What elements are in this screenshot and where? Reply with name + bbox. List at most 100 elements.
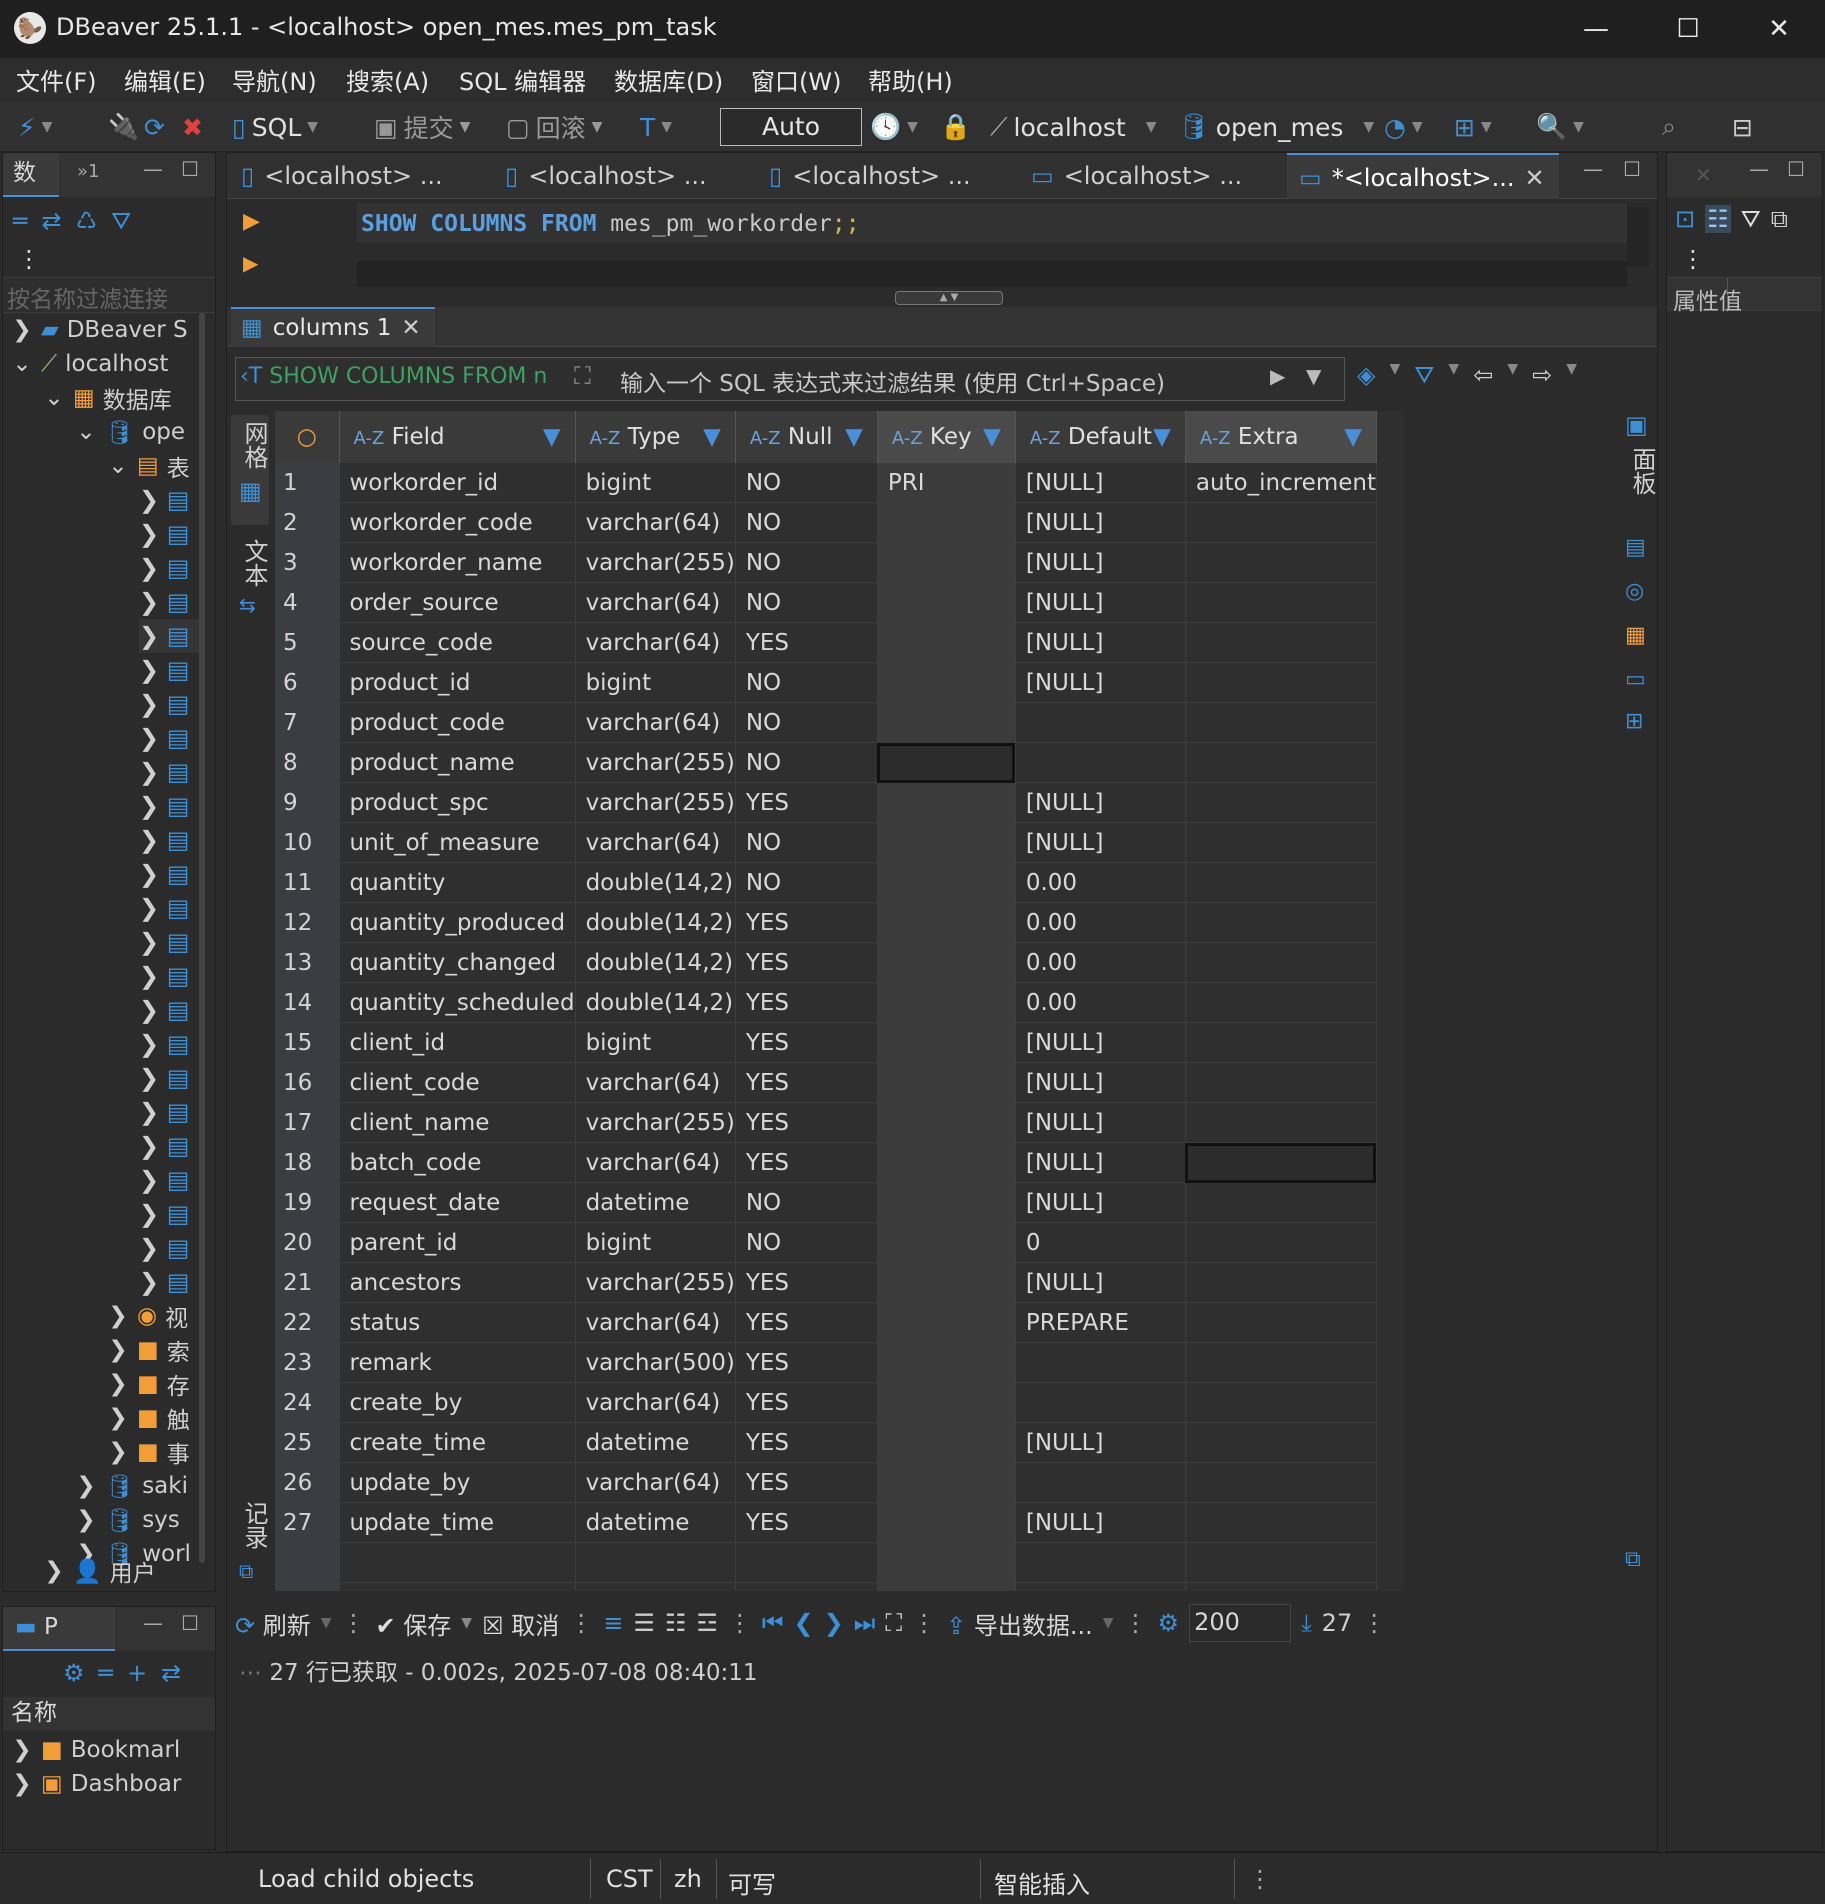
table-cell[interactable]: varchar(64): [575, 1382, 736, 1423]
table-cell[interactable]: [NULL]: [1015, 1262, 1186, 1303]
table-cell[interactable]: varchar(255): [575, 782, 736, 823]
table-cell[interactable]: [1015, 702, 1186, 743]
table-cell[interactable]: [877, 622, 1016, 663]
table-cell[interactable]: auto_increment: [1185, 463, 1377, 503]
list-item[interactable]: ❯ ▤: [139, 925, 199, 959]
execute-script-icon[interactable]: ▶: [243, 251, 258, 275]
list-item[interactable]: ❯ ▤: [139, 517, 199, 551]
table-cell[interactable]: YES: [735, 1022, 878, 1063]
table-cell[interactable]: YES: [735, 1302, 878, 1343]
connect-icon[interactable]: 🔌: [108, 112, 139, 142]
table-cell[interactable]: [1015, 1462, 1186, 1503]
table-row[interactable]: 15 client_id bigint YES [NULL]: [275, 1022, 1377, 1063]
table-cell[interactable]: [1185, 1102, 1377, 1143]
collapse-all-icon[interactable]: ═: [99, 1659, 113, 1687]
column-menu-icon[interactable]: ▼: [543, 424, 561, 450]
chevron-down-icon[interactable]: ▼: [1566, 361, 1577, 389]
table-cell[interactable]: [877, 822, 1016, 863]
panels-toggle[interactable]: 面板: [1625, 447, 1660, 495]
maximize-panel-icon[interactable]: ☐: [1787, 157, 1805, 181]
table-cell[interactable]: NO: [735, 1182, 878, 1223]
view-text-button[interactable]: 文本 ⇆: [231, 535, 269, 625]
table-cell[interactable]: source_code: [339, 622, 576, 663]
table-row[interactable]: 8 product_name varchar(255) NO: [275, 742, 1377, 783]
list-item[interactable]: ❯ ▤: [139, 1197, 199, 1231]
close-tab-icon[interactable]: ✕: [401, 315, 420, 341]
table-row[interactable]: [275, 1582, 1377, 1591]
table-cell[interactable]: [877, 542, 1016, 583]
table-row[interactable]: 9 product_spc varchar(255) YES [NULL]: [275, 782, 1377, 823]
table-row[interactable]: 21 ancestors varchar(255) YES [NULL]: [275, 1262, 1377, 1303]
locale-indicator[interactable]: zh: [674, 1865, 702, 1893]
table-row[interactable]: 22 status varchar(64) YES PREPARE: [275, 1302, 1377, 1343]
rollback-button[interactable]: ▢ 回滚 ▼: [506, 110, 602, 144]
tree-item-open-mes[interactable]: ⌄ 🛢 ope: [75, 415, 185, 449]
table-cell[interactable]: [339, 1542, 576, 1583]
table-cell[interactable]: datetime: [575, 1182, 736, 1223]
table-cell[interactable]: [1185, 982, 1377, 1023]
table-cell[interactable]: NO: [735, 463, 878, 503]
table-cell[interactable]: [NULL]: [1015, 1102, 1186, 1143]
more-options-icon[interactable]: ⋮: [1248, 1865, 1272, 1893]
list-item[interactable]: ❯ ▤: [139, 823, 199, 857]
table-row[interactable]: 26 update_by varchar(64) YES: [275, 1462, 1377, 1503]
table-cell[interactable]: NO: [735, 502, 878, 543]
list-item[interactable]: ❯ ▤: [139, 551, 199, 585]
table-cell[interactable]: [877, 982, 1016, 1023]
table-cell[interactable]: NO: [735, 582, 878, 623]
last-page-icon[interactable]: ⏭: [854, 1609, 876, 1637]
table-cell[interactable]: bigint: [575, 662, 736, 703]
collapse-all-icon[interactable]: ═: [13, 207, 27, 235]
table-cell[interactable]: 0.00: [1015, 982, 1186, 1023]
tree-item-views[interactable]: ❯ ◉ 视: [107, 1299, 188, 1333]
table-cell[interactable]: [735, 1582, 878, 1591]
table-row[interactable]: [275, 1542, 1377, 1583]
reconnect-icon[interactable]: ⟳: [144, 113, 165, 142]
table-cell[interactable]: varchar(64): [575, 622, 736, 663]
history-icon[interactable]: 🕓: [870, 112, 901, 142]
table-cell[interactable]: client_id: [339, 1022, 576, 1063]
table-cell[interactable]: [1015, 1582, 1186, 1591]
table-cell[interactable]: [877, 1262, 1016, 1303]
column-menu-icon[interactable]: ▼: [703, 424, 721, 450]
column-header-null[interactable]: A-Z Null ▼: [735, 411, 878, 463]
pin-icon[interactable]: ⊡: [1675, 205, 1695, 233]
value-viewer-icon[interactable]: ▭: [1625, 667, 1646, 692]
copy-icon[interactable]: ⧉: [1771, 205, 1788, 233]
table-cell[interactable]: NO: [735, 1222, 878, 1263]
table-cell[interactable]: NO: [735, 822, 878, 863]
table-cell[interactable]: double(14,2): [575, 862, 736, 903]
export-data-button[interactable]: ⇪ 导出数据...: [946, 1606, 1093, 1641]
tree-item-sakila[interactable]: ❯ 🛢 saki: [75, 1469, 188, 1503]
delete-row-icon[interactable]: ☲: [696, 1609, 718, 1637]
list-item[interactable]: ❯ ▤: [139, 585, 199, 619]
filter-connections-icon[interactable]: ⛛: [111, 207, 131, 235]
table-cell[interactable]: [1015, 742, 1186, 783]
list-item[interactable]: ❯ ▤: [139, 1163, 199, 1197]
table-row[interactable]: 13 quantity_changed double(14,2) YES 0.00: [275, 942, 1377, 983]
next-page-icon[interactable]: ❯: [824, 1609, 844, 1637]
tree-item-indexes[interactable]: ❯ ■ 索: [107, 1333, 189, 1367]
menu-help[interactable]: 帮助(H): [868, 62, 953, 97]
calculator-icon[interactable]: ▤: [1625, 535, 1646, 560]
table-cell[interactable]: YES: [735, 1062, 878, 1103]
table-cell[interactable]: remark: [339, 1342, 576, 1383]
table-cell[interactable]: [NULL]: [1015, 1142, 1186, 1183]
minimize-button[interactable]: —: [1550, 0, 1642, 58]
table-cell[interactable]: [1015, 1342, 1186, 1383]
maximize-editor-icon[interactable]: ☐: [1623, 157, 1641, 181]
table-cell[interactable]: YES: [735, 1502, 878, 1543]
column-header-field[interactable]: A-Z Field ▼: [339, 411, 576, 463]
table-cell[interactable]: datetime: [575, 1502, 736, 1543]
table-cell[interactable]: bigint: [575, 463, 736, 503]
table-cell[interactable]: [339, 1582, 576, 1591]
table-cell[interactable]: YES: [735, 782, 878, 823]
layout-toggle-icon[interactable]: ⧉: [1625, 1547, 1641, 1572]
table-row[interactable]: 11 quantity double(14,2) NO 0.00: [275, 862, 1377, 903]
table-cell[interactable]: varchar(255): [575, 742, 736, 783]
list-item[interactable]: ❯ ▤: [139, 1265, 199, 1299]
table-row[interactable]: 18 batch_code varchar(64) YES [NULL]: [275, 1142, 1377, 1183]
view-grid-button[interactable]: 网格 ▦: [231, 415, 269, 525]
table-cell[interactable]: update_time: [339, 1502, 576, 1543]
tree-item-procedures[interactable]: ❯ ■ 存: [107, 1367, 189, 1401]
